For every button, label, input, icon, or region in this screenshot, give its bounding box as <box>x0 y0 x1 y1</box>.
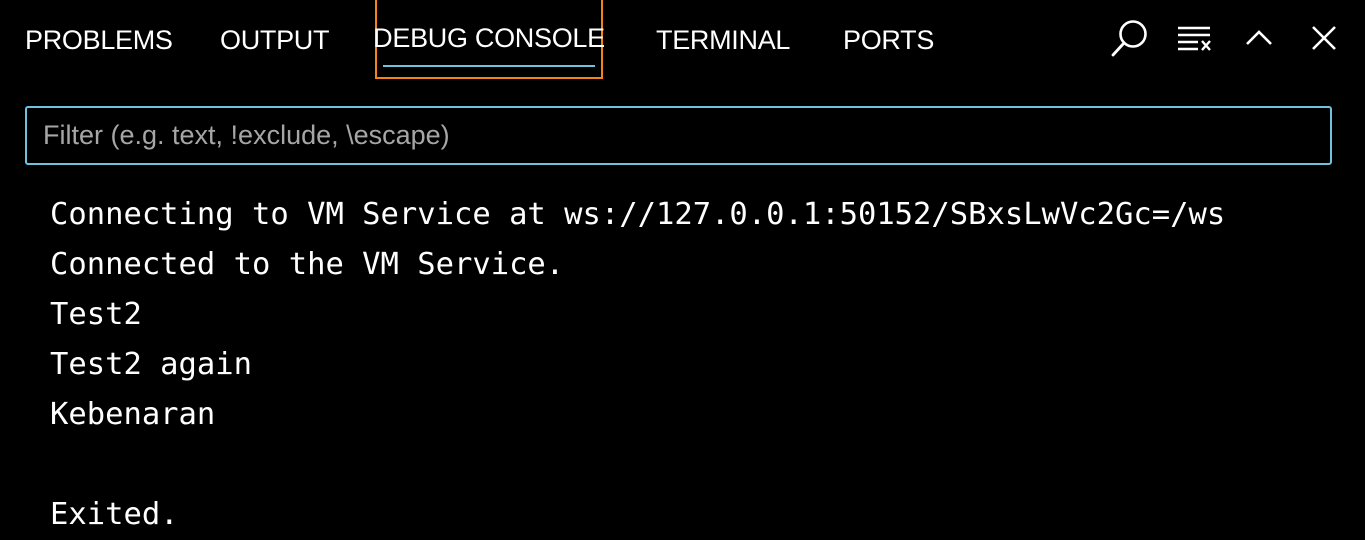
console-line: Exited. <box>50 497 179 532</box>
console-line: Connecting to VM Service at ws://127.0.0… <box>50 197 1226 232</box>
debug-console-output: Connecting to VM Service at ws://127.0.0… <box>50 190 1350 540</box>
tab-terminal[interactable]: TERMINAL <box>656 0 790 80</box>
tab-problems-label: PROBLEMS <box>25 24 173 55</box>
tab-terminal-label: TERMINAL <box>656 24 791 55</box>
search-button[interactable] <box>1105 14 1153 62</box>
close-panel-button[interactable] <box>1300 14 1348 62</box>
tab-ports-label: PORTS <box>843 24 935 55</box>
search-icon <box>1111 20 1147 57</box>
console-line: Connected to the VM Service. <box>50 247 565 282</box>
tab-debug-console[interactable]: DEBUG CONSOLE <box>373 0 605 79</box>
tab-output-label: OUTPUT <box>220 24 330 55</box>
console-line: Test2 <box>50 297 142 332</box>
tab-debug-console-label: DEBUG CONSOLE <box>373 23 605 53</box>
filter-input[interactable] <box>27 108 1330 163</box>
tab-output[interactable]: OUTPUT <box>220 0 330 80</box>
tab-problems[interactable]: PROBLEMS <box>25 0 173 80</box>
active-tab-indicator <box>383 65 595 67</box>
filter-box <box>25 106 1332 165</box>
close-icon <box>1312 26 1336 50</box>
panel-tab-bar: PROBLEMS OUTPUT DEBUG CONSOLE TERMINAL P… <box>0 0 1365 80</box>
maximize-panel-button[interactable] <box>1235 14 1283 62</box>
clear-console-button[interactable] <box>1170 14 1218 62</box>
chevron-up-icon <box>1246 30 1272 45</box>
console-line: Test2 again <box>50 347 252 382</box>
console-line: Kebenaran <box>50 397 216 432</box>
clear-console-icon <box>1178 26 1211 51</box>
tab-ports[interactable]: PORTS <box>843 0 934 80</box>
